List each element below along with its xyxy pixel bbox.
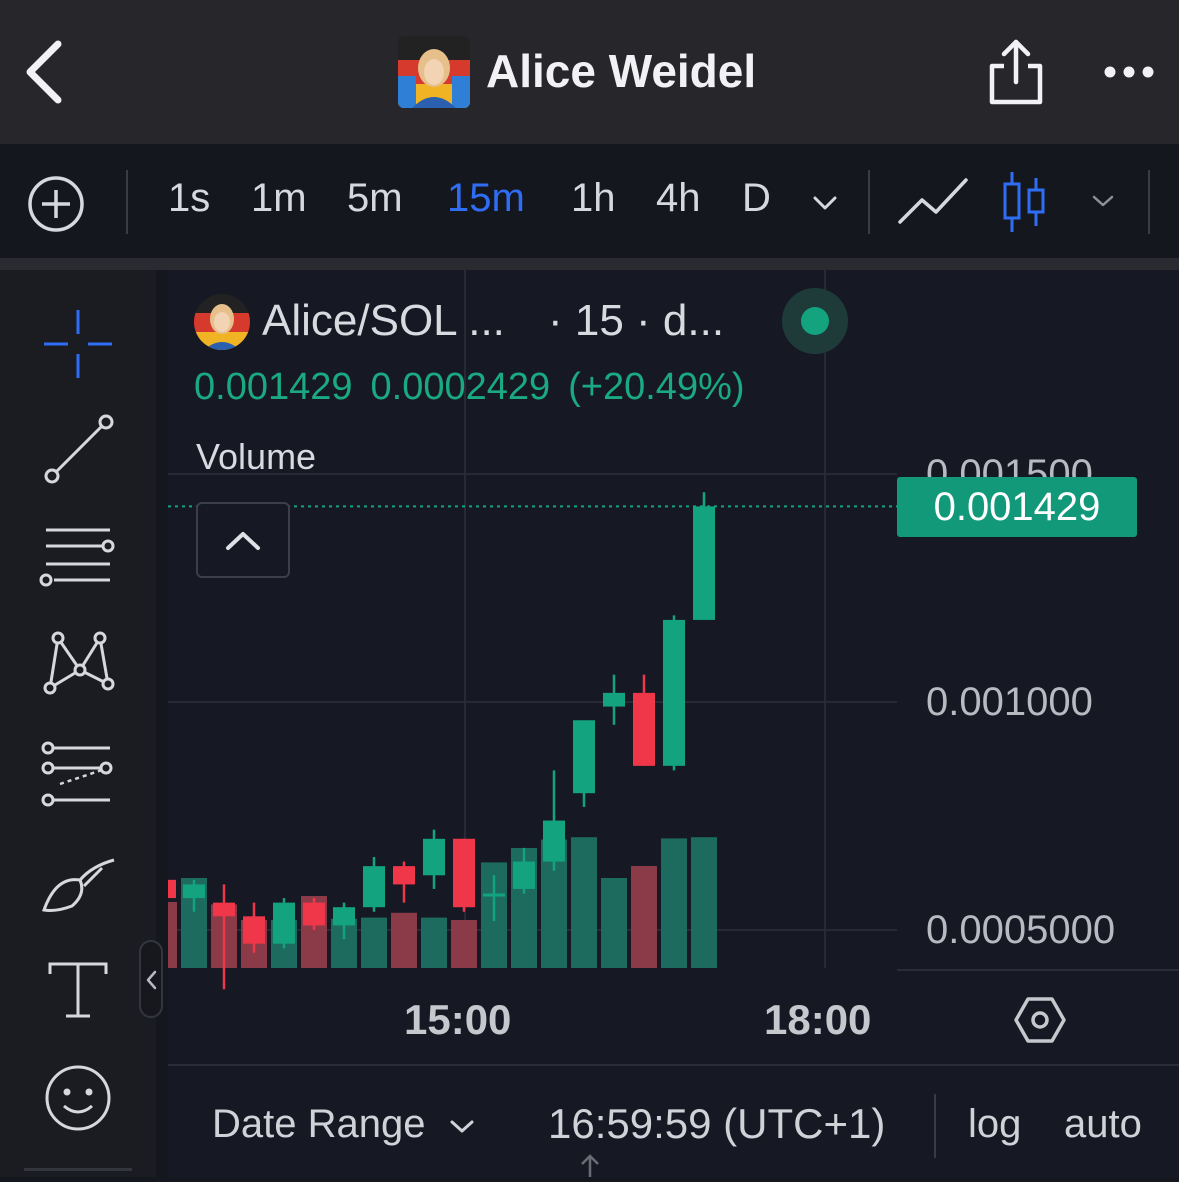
date-range-button[interactable]: Date Range [212,1102,477,1147]
time-axis-label: 15:00 [404,996,512,1043]
candle-body [183,884,205,899]
settings-hexagon-icon [1014,997,1066,1043]
volume-bar [421,917,447,968]
volume-bar [601,878,627,968]
volume-bar [168,902,177,968]
volume-bar [361,917,387,968]
log-scale-toggle[interactable]: log [968,1102,1021,1147]
price-axis-label: 0.001000 [926,680,1093,724]
chart-interval: · 15 · d... [548,296,725,345]
candle-body [453,838,475,908]
candle-body [543,820,565,862]
chevron-left-icon [146,970,157,990]
auto-scale-toggle[interactable]: auto [1064,1102,1142,1147]
sidebar-collapse-handle[interactable] [139,940,163,1018]
candle-body [423,838,445,876]
candle-body [213,902,235,917]
pair-avatar [194,294,250,350]
chevron-down-icon [450,1120,474,1133]
price-change: 0.0002429 [370,366,551,408]
date-range-label: Date Range [212,1102,426,1146]
candle-body [483,893,505,897]
volume-bar [571,837,597,968]
volume-bar [691,837,717,968]
last-price-badge: 0.001429 [897,477,1137,537]
candle-body [693,506,715,620]
clock-timezone[interactable]: 16:59:59 (UTC+1) [548,1100,885,1148]
candle-body [273,902,295,944]
bottom-bar-divider [934,1094,936,1158]
candle-body [363,866,385,908]
price-axis-label: 0.0005000 [926,908,1116,952]
candle-body [603,692,625,707]
current-price: 0.001429 [194,366,353,408]
legend-collapse-button[interactable] [196,502,290,578]
time-axis-label: 18:00 [764,996,872,1043]
candle-body [303,902,325,926]
candle-body [633,692,655,766]
volume-bar [451,920,477,968]
arrow-up-icon [578,1150,602,1177]
candle-body [168,879,176,899]
volume-bar [661,838,687,968]
candle-body [333,907,355,926]
volume-label: Volume [196,436,317,477]
volume-bar [631,866,657,968]
price-chart[interactable] [0,0,1179,1177]
chevron-up-icon [226,532,260,550]
bottom-bar-divider [168,1064,1179,1066]
pair-name[interactable]: Alice/SOL ... [262,296,505,346]
live-status-dot [782,288,848,354]
volume-bar [391,912,417,968]
candle-body [243,916,265,944]
price-summary: 0.001429 0.0002429 (+20.49%) [194,366,763,409]
candle-body [513,861,535,889]
price-change-percent: (+20.49%) [568,366,745,408]
chart-settings-button[interactable] [1010,990,1070,1050]
candle-body [393,866,415,885]
candle-body [663,619,685,766]
candle-body [573,720,595,794]
